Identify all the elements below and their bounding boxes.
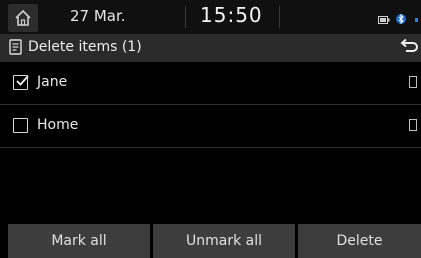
item-marker [409, 76, 417, 88]
delete-button[interactable]: Delete [298, 224, 421, 258]
status-icons [378, 10, 420, 29]
checkbox-checked[interactable] [13, 75, 29, 90]
list-item[interactable]: Home [0, 105, 421, 148]
title-bar: Delete items (1) [0, 34, 421, 62]
list-icon [9, 39, 22, 55]
signal-icon [415, 18, 419, 22]
home-icon [15, 9, 31, 26]
unmark-all-button[interactable]: Unmark all [153, 224, 295, 258]
home-button[interactable] [8, 4, 38, 32]
checkmark-icon [16, 75, 29, 86]
list-item[interactable]: Jane [0, 62, 421, 105]
list-item-label: Jane [37, 74, 68, 90]
list-item-label: Home [37, 117, 79, 133]
phone-battery-icon [378, 16, 390, 24]
page-title: Delete items (1) [28, 39, 142, 55]
status-date: 27 Mar. [70, 7, 126, 25]
bluetooth-icon [396, 13, 407, 25]
back-arrow-icon [400, 38, 418, 52]
item-marker [409, 119, 417, 131]
status-bar: 27 Mar. 15:50 [0, 0, 421, 34]
back-button[interactable] [398, 38, 421, 58]
status-divider [279, 6, 280, 28]
item-list: Jane Home [0, 62, 421, 148]
status-divider [185, 6, 186, 28]
checkbox-unchecked[interactable] [13, 118, 28, 133]
status-time: 15:50 [200, 3, 263, 27]
bottom-action-bar: Mark all Unmark all Delete [0, 224, 421, 258]
mark-all-button[interactable]: Mark all [8, 224, 150, 258]
